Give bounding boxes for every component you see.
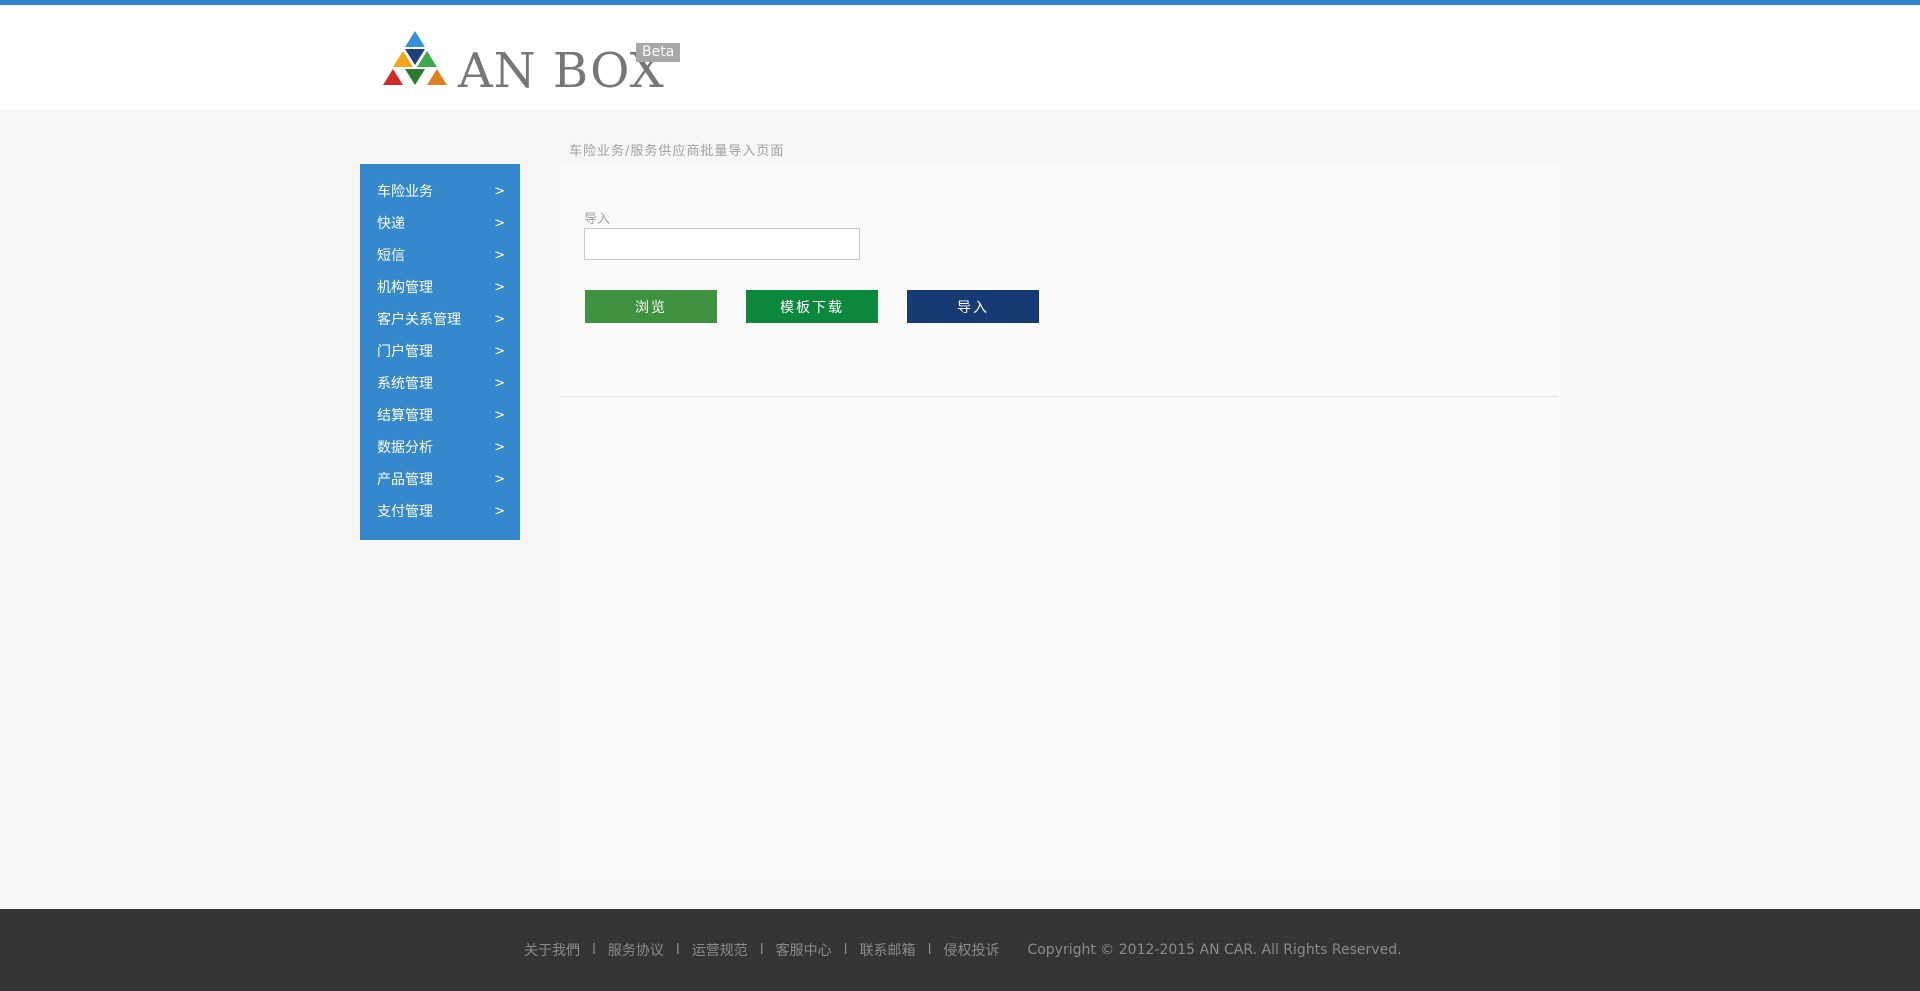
sidebar-item-car-insurance[interactable]: 车险业务 > [360, 175, 520, 207]
footer-separator: l [843, 942, 848, 958]
sidebar-item-label: 客户关系管理 [377, 312, 461, 328]
footer-separator: l [759, 942, 764, 958]
template-download-button[interactable]: 模板下载 [746, 290, 878, 323]
sidebar-item-label: 数据分析 [377, 440, 433, 456]
logo[interactable]: AN BOX Beta [380, 29, 700, 99]
sidebar-item-system[interactable]: 系统管理 > [360, 367, 520, 399]
footer-link-operation-rules[interactable]: 运营规范 [692, 940, 748, 960]
sidebar-item-portal[interactable]: 门户管理 > [360, 335, 520, 367]
breadcrumb: 车险业务/服务供应商批量导入页面 [569, 144, 785, 159]
footer: 关于我們 l 服务协议 l 运营规范 l 客服中心 l 联系邮箱 l 侵权投诉 … [0, 909, 1920, 991]
sidebar-item-settlement[interactable]: 结算管理 > [360, 399, 520, 431]
browse-button[interactable]: 浏览 [585, 290, 717, 323]
sidebar-item-label: 机构管理 [377, 280, 433, 296]
footer-link-customer-service[interactable]: 客服中心 [776, 940, 832, 960]
chevron-right-icon: > [494, 343, 505, 359]
sidebar-item-products[interactable]: 产品管理 > [360, 463, 520, 495]
sidebar-item-label: 产品管理 [377, 472, 433, 488]
sidebar-item-label: 短信 [377, 248, 405, 264]
footer-separator: l [927, 942, 932, 958]
chevron-right-icon: > [494, 375, 505, 391]
copyright-text: Copyright © 2012-2015 AN CAR. All Rights… [1027, 942, 1402, 958]
footer-link-infringement[interactable]: 侵权投诉 [943, 940, 999, 960]
sidebar-item-label: 结算管理 [377, 408, 433, 424]
footer-separator: l [592, 942, 596, 958]
import-file-input[interactable] [584, 228, 860, 260]
sidebar-item-sms[interactable]: 短信 > [360, 239, 520, 271]
footer-link-service-agreement[interactable]: 服务协议 [608, 940, 664, 960]
chevron-right-icon: > [494, 247, 505, 263]
panel-divider [560, 396, 1558, 397]
sidebar-item-label: 支付管理 [377, 504, 433, 520]
chevron-right-icon: > [494, 311, 505, 327]
sidebar-item-organization[interactable]: 机构管理 > [360, 271, 520, 303]
footer-link-about[interactable]: 关于我們 [524, 940, 580, 960]
chevron-right-icon: > [494, 183, 505, 199]
import-button[interactable]: 导入 [907, 290, 1039, 323]
sidebar-item-express[interactable]: 快递 > [360, 207, 520, 239]
sidebar-item-label: 系统管理 [377, 376, 433, 392]
sidebar-item-label: 快递 [377, 216, 405, 232]
footer-link-contact-email[interactable]: 联系邮箱 [860, 940, 916, 960]
beta-badge: Beta [636, 43, 681, 62]
chevron-right-icon: > [494, 471, 505, 487]
chevron-right-icon: > [494, 279, 505, 295]
sidebar-nav: 车险业务 > 快递 > 短信 > 机构管理 > 客户关系管理 > 门户管理 > … [360, 164, 520, 540]
sidebar-item-crm[interactable]: 客户关系管理 > [360, 303, 520, 335]
chevron-right-icon: > [494, 215, 505, 231]
chevron-right-icon: > [494, 439, 505, 455]
sidebar-item-data-analysis[interactable]: 数据分析 > [360, 431, 520, 463]
sidebar-item-payment[interactable]: 支付管理 > [360, 495, 520, 527]
chevron-right-icon: > [494, 407, 505, 423]
import-field-label: 导入 [584, 212, 611, 227]
logo-text: AN BOX [458, 43, 665, 99]
import-panel: 导入 浏览 模板下载 导入 [560, 164, 1560, 879]
sidebar-item-label: 车险业务 [377, 184, 433, 200]
sidebar-item-label: 门户管理 [377, 344, 433, 360]
footer-links: 关于我們 l 服务协议 l 运营规范 l 客服中心 l 联系邮箱 l 侵权投诉 … [524, 909, 1402, 991]
logo-triangles-icon [383, 31, 447, 85]
header: AN BOX Beta [0, 5, 1920, 109]
footer-separator: l [675, 942, 680, 958]
chevron-right-icon: > [494, 503, 505, 519]
